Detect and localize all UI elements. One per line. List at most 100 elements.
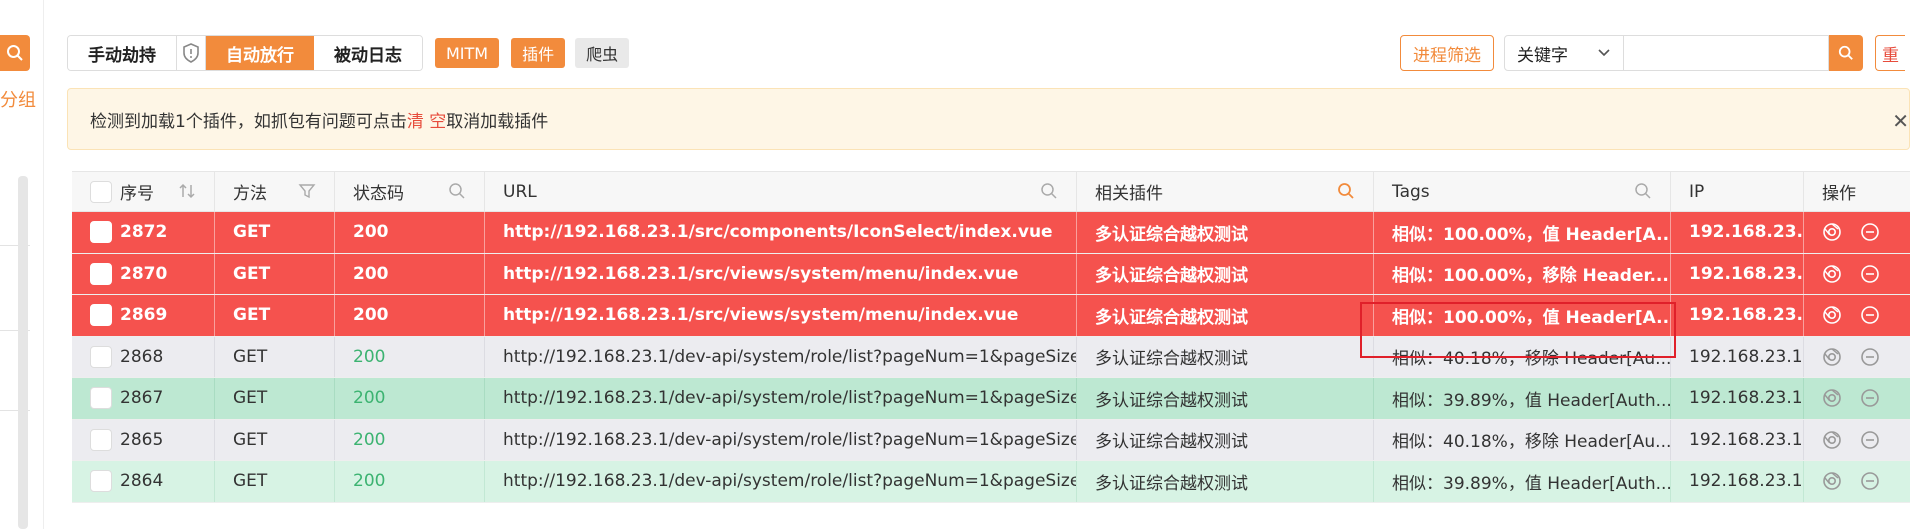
cell-no: 2870 (72, 253, 215, 294)
header-plugin[interactable]: 相关插件 (1077, 172, 1374, 211)
more-icon[interactable] (1860, 347, 1880, 367)
more-icon[interactable] (1860, 388, 1880, 408)
table-row[interactable]: 2872 GET 200 http://192.168.23.1/src/compon… (72, 212, 1910, 254)
header-method[interactable]: 方法 (215, 172, 335, 211)
auto-release-button[interactable]: 自动放行 (206, 36, 314, 70)
cell-url: http://192.168.23.1/dev-api/system/role/… (485, 378, 1077, 419)
browser-icon[interactable] (1822, 471, 1842, 491)
mode-switch: 手动劫持 自动放行 被动日志 (67, 35, 423, 71)
cell-status: 200 (335, 378, 485, 419)
row-checkbox[interactable] (90, 221, 112, 244)
table-row[interactable]: 2864 GET 200 http://192.168.23.1/dev-api/sy… (72, 461, 1910, 503)
chevron-down-icon (1598, 49, 1610, 57)
mode-toolbar: 手动劫持 自动放行 被动日志 MITM 插件 爬虫 (67, 35, 630, 71)
table-row[interactable]: 2870 GET 200 http://192.168.23.1/src/views/… (72, 253, 1910, 295)
shield-icon[interactable] (176, 36, 206, 70)
alert-text-after: 取消加载插件 (446, 111, 549, 132)
row-checkbox[interactable] (90, 345, 112, 368)
header-tags-label: Tags (1392, 181, 1430, 202)
reset-button[interactable]: 重 (1875, 35, 1905, 71)
left-scrollbar[interactable] (18, 176, 28, 529)
row-checkbox[interactable] (90, 387, 112, 410)
cell-url: http://192.168.23.1/dev-api/system/role/… (485, 336, 1077, 377)
cell-no: 2868 (72, 336, 215, 377)
more-icon[interactable] (1860, 471, 1880, 491)
mitm-tag[interactable]: MITM (435, 38, 500, 68)
row-no: 2867 (120, 388, 164, 409)
header-url[interactable]: URL (485, 172, 1077, 211)
header-plugin-label: 相关插件 (1095, 184, 1163, 204)
crawler-tag[interactable]: 爬虫 (575, 38, 630, 68)
search-icon[interactable] (1634, 182, 1652, 205)
table-row[interactable]: 2867 GET 200 http://192.168.23.1/dev-api/sy… (72, 378, 1910, 420)
header-op: 操作 (1804, 172, 1910, 211)
row-checkbox[interactable] (90, 428, 112, 451)
filter-toolbar: 进程筛选 关键字 重 (1400, 35, 1905, 71)
cell-tags: 相似：39.89%，值 Header[Auth... (1374, 378, 1671, 419)
cell-status: 200 (335, 212, 485, 253)
row-checkbox[interactable] (90, 262, 112, 285)
process-filter-button[interactable]: 进程筛选 (1400, 35, 1494, 71)
header-status[interactable]: 状态码 (335, 172, 485, 211)
cell-method: GET (215, 419, 335, 460)
select-all-checkbox[interactable] (90, 180, 112, 203)
header-tags[interactable]: Tags (1374, 172, 1671, 211)
browser-icon[interactable] (1822, 305, 1842, 325)
header-url-label: URL (503, 181, 537, 202)
group-label[interactable]: 分组 (0, 86, 36, 112)
more-icon[interactable] (1860, 222, 1880, 242)
keyword-input[interactable] (1624, 35, 1829, 71)
browser-icon[interactable] (1822, 430, 1842, 450)
cell-tags: 相似：100.00%，值 Header[A... (1374, 212, 1671, 253)
cell-plugin: 多认证综合越权测试 (1077, 336, 1374, 377)
cell-ip: 192.168.23.1 (1671, 378, 1804, 419)
close-icon[interactable]: ✕ (1892, 109, 1909, 133)
cell-method: GET (215, 212, 335, 253)
keyword-select[interactable]: 关键字 (1504, 35, 1624, 71)
cell-op (1804, 378, 1910, 419)
cell-no: 2865 (72, 419, 215, 460)
keyword-search-button[interactable] (1829, 35, 1863, 71)
header-status-label: 状态码 (353, 184, 404, 204)
browser-icon[interactable] (1822, 347, 1842, 367)
row-no: 2870 (120, 263, 168, 284)
header-op-label: 操作 (1822, 184, 1856, 204)
row-checkbox[interactable] (90, 304, 112, 327)
search-icon (7, 45, 23, 61)
row-checkbox[interactable] (90, 470, 112, 493)
filter-icon[interactable] (298, 182, 316, 205)
header-no-label: 序号 (120, 184, 154, 204)
clear-plugins-link[interactable]: 清 空 (407, 107, 446, 132)
table-header: 序号 方法 状态码 URL 相关插件 Tags IP 操作 (72, 171, 1910, 212)
sort-icon[interactable] (178, 182, 196, 205)
cell-status: 200 (335, 461, 485, 502)
search-icon[interactable] (1040, 182, 1058, 205)
cell-ip: 192.168.23.1 (1671, 253, 1804, 294)
browser-icon[interactable] (1822, 388, 1842, 408)
browser-icon[interactable] (1822, 222, 1842, 242)
more-icon[interactable] (1860, 305, 1880, 325)
passive-log-button[interactable]: 被动日志 (314, 36, 422, 70)
cell-plugin: 多认证综合越权测试 (1077, 419, 1374, 460)
more-icon[interactable] (1860, 430, 1880, 450)
plugin-tag[interactable]: 插件 (511, 38, 566, 68)
cell-op (1804, 420, 1910, 461)
cell-url: http://192.168.23.1/src/views/system/men… (485, 295, 1077, 336)
row-no: 2864 (120, 471, 164, 492)
search-icon[interactable] (448, 182, 466, 205)
header-ip[interactable]: IP (1671, 172, 1804, 211)
row-no: 2868 (120, 346, 164, 367)
search-icon[interactable] (1337, 182, 1355, 205)
header-method-label: 方法 (233, 184, 267, 204)
left-search-button[interactable] (0, 35, 30, 71)
manual-hijack-button[interactable]: 手动劫持 (68, 36, 176, 70)
cell-method: GET (215, 253, 335, 294)
left-panel: 分组 (0, 0, 44, 529)
cell-plugin: 多认证综合越权测试 (1077, 378, 1374, 419)
cell-method: GET (215, 295, 335, 336)
cell-ip: 192.168.23.1 (1671, 336, 1804, 377)
browser-icon[interactable] (1822, 264, 1842, 284)
header-no[interactable]: 序号 (72, 172, 215, 211)
table-row[interactable]: 2865 GET 200 http://192.168.23.1/dev-api/sy… (72, 419, 1910, 461)
more-icon[interactable] (1860, 264, 1880, 284)
